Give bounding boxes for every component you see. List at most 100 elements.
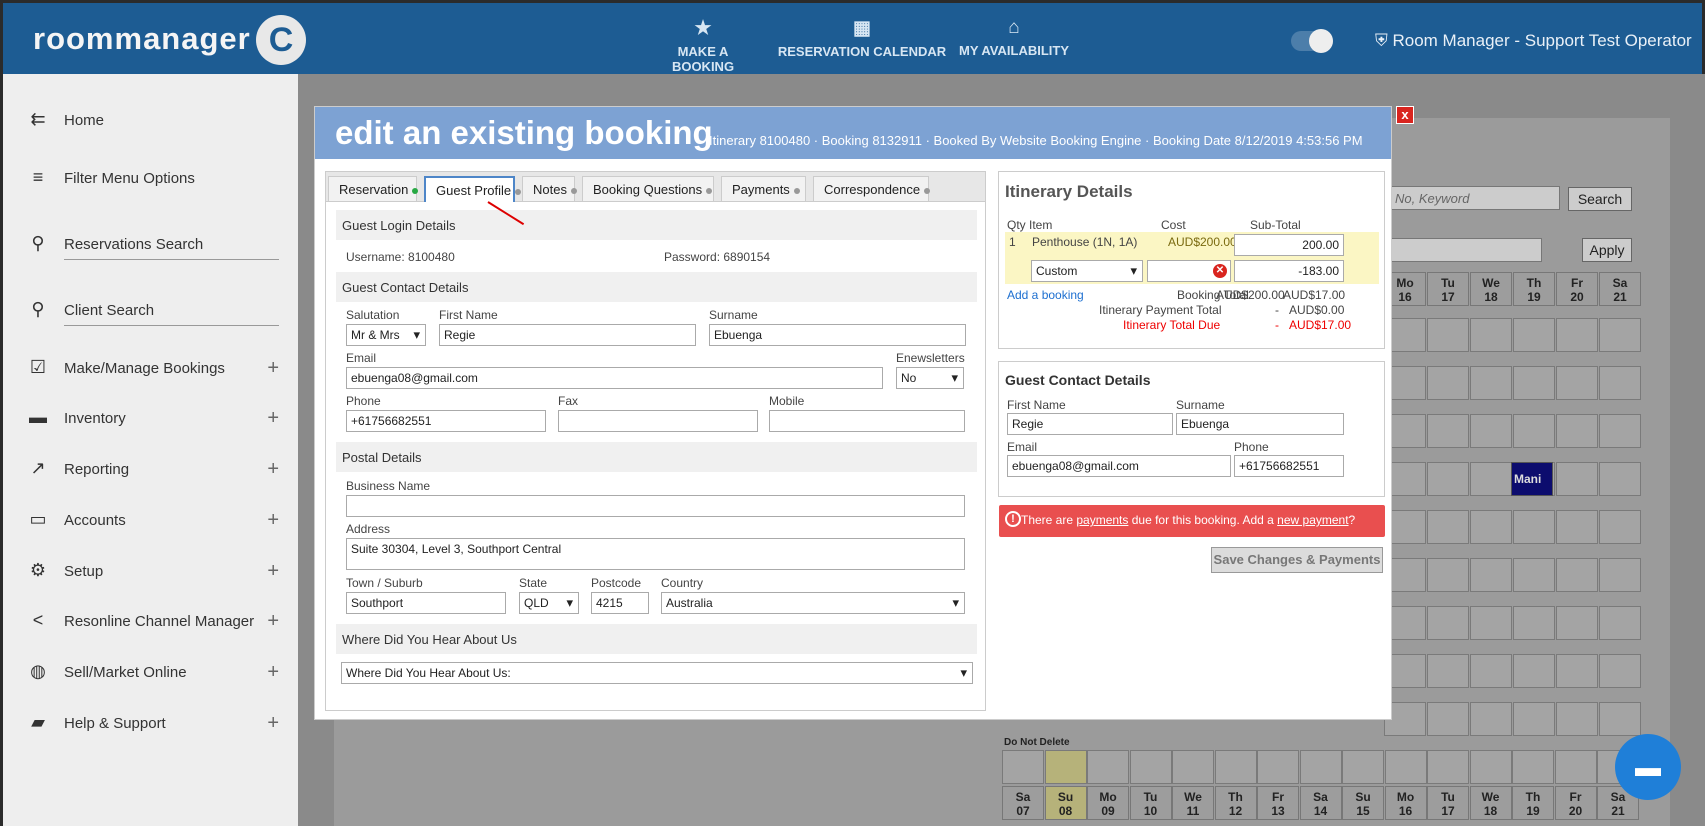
sidebar-item-help[interactable]: ▰ Help & Support + [27,705,279,739]
adjustment-subtotal-field[interactable]: -183.00 [1234,260,1344,282]
new-payment-link[interactable]: new payment [1277,513,1348,527]
hear-about-select[interactable]: Where Did You Hear About Us: [341,662,973,684]
sidebar-item-bookings[interactable]: ☑ Make/Manage Bookings + [27,350,279,384]
sidebar-item-resonline[interactable]: < Resonline Channel Manager + [27,603,279,637]
nav-make-booking[interactable]: ★ MAKE A BOOKING [647,17,759,74]
expand-icon[interactable]: + [267,610,279,633]
theme-toggle[interactable] [1291,29,1333,53]
sidebar-item-sell-market[interactable]: ◍ Sell/Market Online + [27,654,279,688]
user-menu[interactable]: ⛨ Room Manager - Support Test Operator [1375,31,1692,51]
modal-title: edit an existing booking [335,114,713,151]
payment-dash: - [1275,303,1279,317]
rp-surname-field[interactable]: Ebuenga [1176,413,1344,435]
sidebar-item-accounts[interactable]: ▭ Accounts + [27,502,279,536]
tab-reservation[interactable]: Reservation [328,176,419,202]
remove-icon[interactable]: ✕ [1213,264,1227,278]
payment-total: AUD$0.00 [1289,303,1345,317]
adjustment-select[interactable]: Custom [1031,260,1143,282]
logo[interactable]: roommanager [33,21,251,57]
expand-icon[interactable]: + [267,509,279,532]
tab-payments[interactable]: Payments [721,176,806,202]
postcode-field[interactable]: 4215 [591,592,649,614]
calendar-cell [1427,462,1469,496]
mobile-label: Mobile [769,394,805,408]
sidebar-item-reporting[interactable]: ↗ Reporting + [27,451,279,485]
row-item: Penthouse (1N, 1A) [1032,235,1138,249]
tab-booking-questions[interactable]: Booking Questions [582,176,714,202]
rp-email-field[interactable]: ebuenga08@gmail.com [1007,455,1231,477]
tab-guest-profile[interactable]: Guest Profile [424,176,522,202]
tab-notes[interactable]: Notes [522,176,577,202]
booking-total-cost: AUD$200.00 [1216,288,1285,302]
payments-link[interactable]: payments [1076,513,1128,527]
calendar-day-header: Fr 13 [1257,786,1299,820]
sidebar-item-reservations-search[interactable]: ⚲ Reservations Search [31,226,279,260]
surname-field[interactable]: Ebuenga [709,324,966,346]
country-select[interactable]: Australia [661,592,965,614]
sidebar-item-inventory[interactable]: ▬ Inventory + [27,400,279,434]
calendar-cell [1470,654,1512,688]
qty-header: Qty [1007,218,1026,232]
status-dot [412,187,419,194]
expand-icon[interactable]: + [267,712,279,735]
calendar-cell [1513,414,1555,448]
calendar-cell [1129,750,1172,784]
address-field[interactable]: Suite 30304, Level 3, Southport Central [346,538,965,570]
calendar-cell [1554,750,1597,784]
arrow-back-icon: ⇇ [30,109,46,129]
business-name-field[interactable] [346,495,965,517]
mobile-field[interactable] [769,410,965,432]
calendar-cell [1470,462,1512,496]
salutation-label: Salutation [346,308,400,322]
sidebar-item-filter[interactable]: ≡ Filter Menu Options [27,160,279,194]
calendar-cell [1470,558,1512,592]
add-booking-link[interactable]: Add a booking [1007,288,1084,302]
payment-alert: ! There are payments due for this bookin… [999,505,1385,537]
sidebar-item-home[interactable]: ⇇ Home [27,102,279,136]
rp-phone-field[interactable]: +61756682551 [1234,455,1344,477]
calendar-cell [1427,750,1469,784]
town-field[interactable]: Southport [346,592,506,614]
shield-icon: ⛨ [1375,31,1388,50]
expand-icon[interactable]: + [267,407,279,430]
fax-field[interactable] [558,410,758,432]
calendar-cell [1513,654,1555,688]
calendar-day-header: Mo 09 [1087,786,1129,820]
logo-icon: C [256,15,306,65]
rp-first-name-field[interactable]: Regie [1007,413,1173,435]
calendar-cell [1469,750,1512,784]
chat-icon[interactable]: ▬ [1615,734,1681,800]
expand-icon[interactable]: + [267,357,279,380]
save-changes-button[interactable]: Save Changes & Payments [1211,547,1383,573]
calendar-cell [1599,702,1641,736]
total-due: AUD$17.00 [1289,318,1352,332]
expand-icon[interactable]: + [267,560,279,583]
calendar-cell [1599,462,1641,496]
nav-reservation-calendar[interactable]: ▦ RESERVATION CALENDAR [777,17,947,67]
enewsletters-select[interactable]: No [896,367,964,389]
state-select[interactable]: QLD [519,592,579,614]
nav-my-availability[interactable]: ⌂ MY AVAILABILITY [957,17,1071,67]
close-icon[interactable]: x [1396,106,1414,124]
fax-label: Fax [558,394,579,408]
username-value: Username: 8100480 [346,250,455,264]
calendar-cell [1342,750,1384,784]
background-select [1388,238,1542,262]
salutation-select[interactable]: Mr & Mrs [346,324,426,346]
phone-field[interactable]: +61756682551 [346,410,546,432]
sidebar-item-client-search[interactable]: ⚲ Client Search [31,292,279,326]
tab-correspondence[interactable]: Correspondence [813,176,931,202]
filter-icon: ≡ [32,167,44,187]
calendar-day-header: Sa 14 [1299,786,1342,820]
calendar-day-header: We 18 [1469,786,1512,820]
expand-icon[interactable]: + [267,458,279,481]
expand-icon[interactable]: + [267,661,279,684]
trend-icon: ↗ [30,458,46,478]
state-label: State [519,576,548,590]
row-subtotal-field[interactable]: 200.00 [1234,234,1344,256]
email-field[interactable]: ebuenga08@gmail.com [346,367,883,389]
edit-booking-modal: edit an existing booking Itinerary 81004… [314,106,1392,720]
background-search-input: No, Keyword [1388,186,1560,210]
first-name-field[interactable]: Regie [439,324,696,346]
sidebar-item-setup[interactable]: ⚙ Setup + [27,553,279,587]
